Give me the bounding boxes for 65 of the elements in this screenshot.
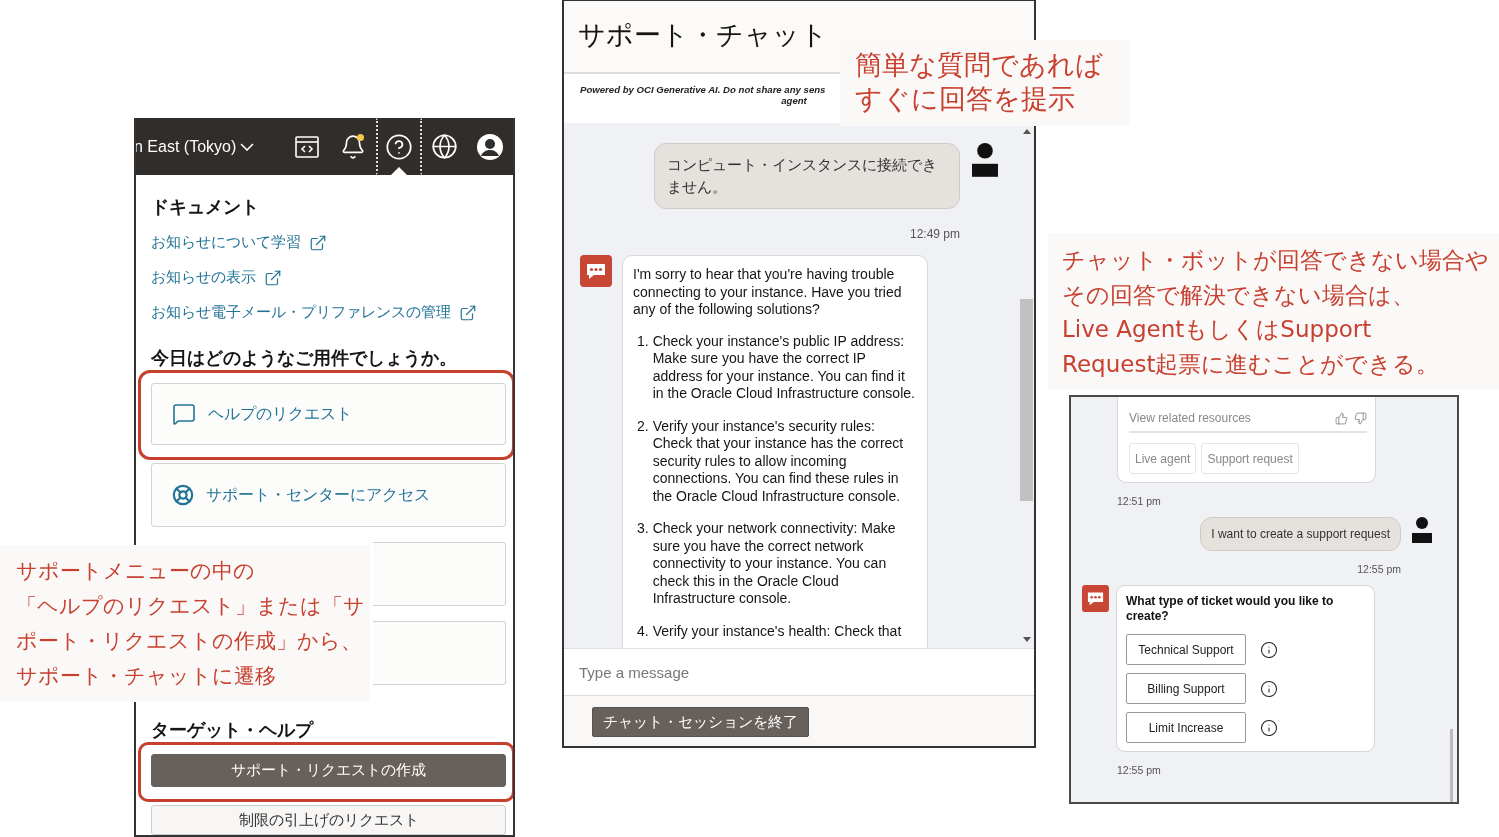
info-icon[interactable] — [1260, 679, 1278, 698]
document-link[interactable]: お知らせの表示 — [151, 268, 282, 287]
chevron-down-icon — [240, 142, 255, 151]
thumbs-up-icon[interactable] — [1335, 411, 1348, 425]
step-number: 3. — [637, 520, 649, 538]
step-number: 2. — [637, 417, 649, 436]
step-text: Verify your instance's health: Check that — [652, 622, 902, 640]
document-link[interactable]: お知らせ電子メール・プリファレンスの管理 — [151, 303, 477, 322]
step-number: 4. — [637, 622, 649, 640]
scrollbar-thumb[interactable] — [1450, 729, 1453, 802]
person-icon — [1412, 517, 1432, 543]
message-input[interactable]: Type a message — [564, 648, 1034, 696]
step-text: Check your network connectivity: Make sure you have the correct network connectivity to your instance. You can check this in the Oracle Cloud Infrastructure console. — [652, 520, 897, 608]
external-link-icon — [264, 268, 282, 287]
message-time: 12:55 pm — [1356, 563, 1401, 575]
step-text: Verify your instance's security rules: Check that your instance has the correct security rules to allow incoming connections. You can find these rules in the Oracle Cloud Infrastructure console. — [652, 417, 905, 505]
disclaimer-text: agent — [781, 95, 807, 106]
info-icon[interactable] — [1260, 640, 1278, 659]
globe-icon — [430, 133, 458, 160]
action-chip[interactable]: Support request — [1201, 443, 1299, 474]
section-heading: 今日はどのようなご用件でしょうか。 — [151, 347, 458, 370]
document-link[interactable]: お知らせについて学習 — [151, 233, 327, 252]
support-request-button[interactable]: サポート・リクエストの作成 — [151, 754, 506, 787]
callout-text: サポートメニューの中の 「ヘルプのリクエスト」または「サ ポート・リクエストの作成」から、 サポート・チャットに遷移 — [0, 545, 370, 702]
step-text: Check your instance's public IP address: Make sure you have the correct IP address for your instance. You can find it in the Oracle Cloud Infrastructure console. — [652, 332, 916, 403]
info-icon[interactable] — [1260, 718, 1278, 737]
user-message: I want to create a support request — [1200, 517, 1401, 551]
section-heading: ターゲット・ヘルプ — [151, 719, 315, 742]
action-chip[interactable]: Live agent — [1129, 443, 1197, 474]
help-icon — [384, 132, 413, 161]
support-request-button[interactable]: 制限の引上げのリクエスト — [151, 805, 506, 835]
callout-text: 簡単な質問であれば すぐに回答を提示 — [840, 40, 1130, 126]
message-time: 12:55 pm — [1117, 764, 1162, 776]
message-time: 12:51 pm — [1117, 495, 1162, 507]
callout-text: チャット・ボットが回答できない場合や その回答で解決できない場合は、 Live AgentもしくはSupport Request起票に進むことができる。 — [1048, 233, 1499, 390]
disclaimer-text: Powered by OCI Generative AI. Do not share any sens — [579, 84, 826, 95]
external-link-icon — [309, 233, 327, 252]
section-heading: ドキュメント — [151, 196, 260, 219]
scroll-down-arrow-icon[interactable] — [1023, 637, 1031, 642]
end-chat-button[interactable]: チャット・セッションを終了 — [592, 707, 809, 737]
chat-title: サポート・チャット — [578, 19, 828, 52]
menu-pointer — [390, 167, 407, 175]
toolbar-button[interactable] — [375, 118, 422, 175]
chat-bot-icon — [1082, 585, 1109, 612]
notification-dot — [356, 134, 364, 141]
help-option-card[interactable]: サポート・センターにアクセス — [151, 463, 506, 527]
scroll-up-arrow-icon[interactable] — [1023, 129, 1031, 134]
thumbs-down-icon[interactable] — [1354, 411, 1367, 425]
help-option-card[interactable]: ヘルプのリクエスト — [151, 383, 506, 445]
bot-question: What type of ticket would you like to create? — [1126, 594, 1335, 624]
avatar-icon — [477, 133, 504, 160]
code-window-icon — [294, 133, 321, 160]
lifebuoy-icon — [172, 484, 194, 506]
ticket-type-button[interactable]: Limit Increase — [1126, 712, 1246, 743]
chat-icon — [172, 402, 196, 426]
step-number: 1. — [637, 332, 649, 351]
ticket-type-button[interactable]: Technical Support — [1126, 634, 1246, 665]
bot-message-text: I'm sorry to hear that you're having trouble connecting to your instance. Have you tried any of the following solutions? — [633, 266, 903, 319]
person-icon — [972, 143, 998, 177]
chat-bot-icon — [580, 255, 612, 287]
user-message: コンピュート・インスタンスに接続できません。 — [654, 143, 960, 209]
ticket-type-button[interactable]: Billing Support — [1126, 673, 1246, 704]
resources-link[interactable]: View related resources — [1129, 411, 1251, 425]
message-time: 12:49 pm — [908, 227, 960, 241]
external-link-icon — [459, 303, 477, 322]
